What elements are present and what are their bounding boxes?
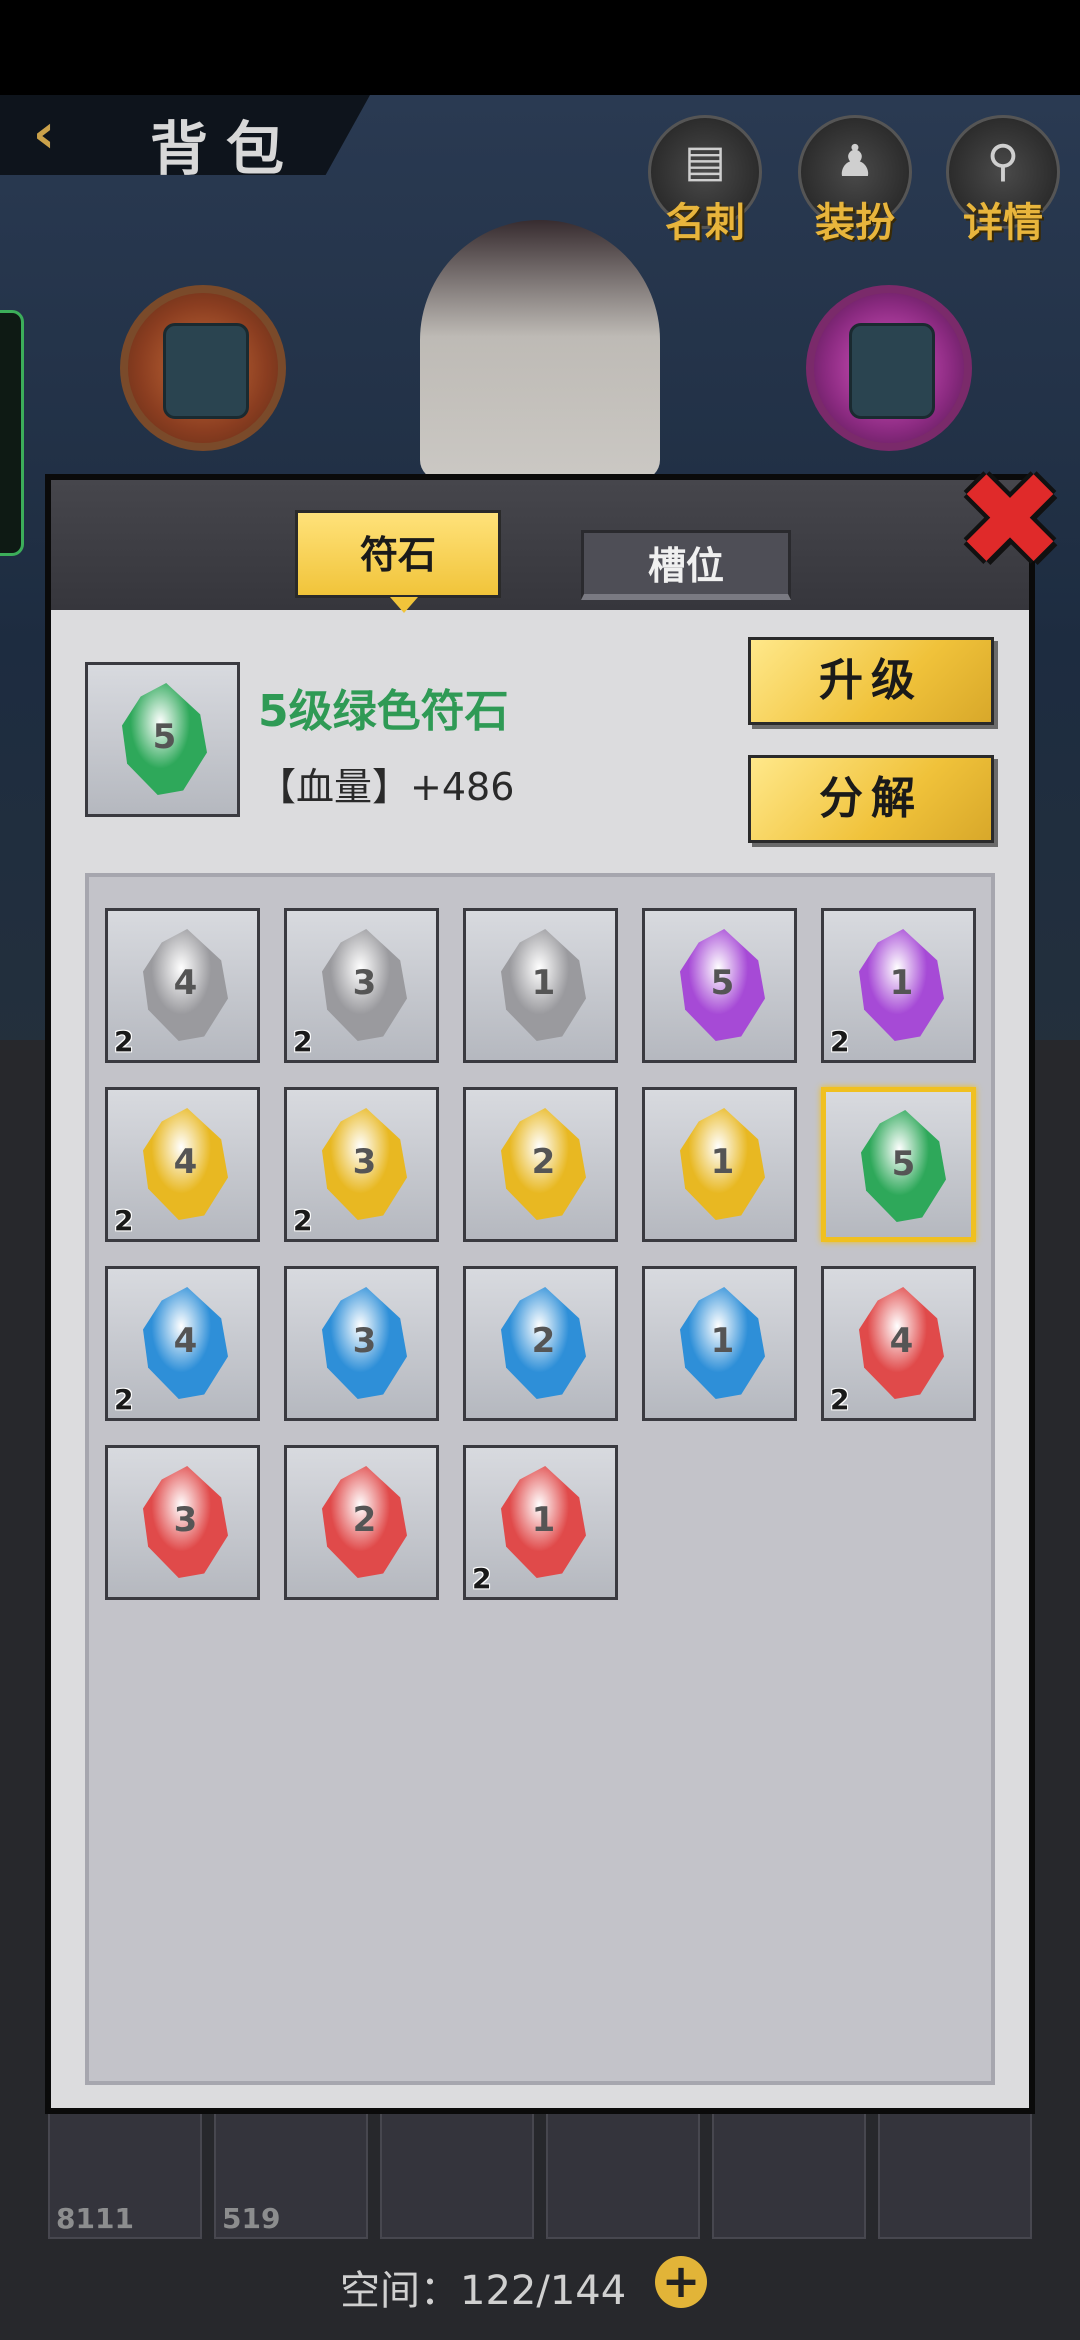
- phone-icon: [163, 323, 249, 419]
- rune-slot[interactable]: 5: [821, 1087, 976, 1242]
- inventory-item[interactable]: 8111: [48, 2110, 202, 2239]
- rune-gem-icon: 4: [143, 929, 228, 1041]
- rune-level: 1: [710, 1321, 735, 1361]
- costume-button[interactable]: ♟ 装扮: [795, 115, 915, 246]
- rune-slot[interactable]: 12: [463, 1445, 618, 1600]
- rune-slot[interactable]: 12: [821, 908, 976, 1063]
- rune-slot[interactable]: 42: [105, 1087, 260, 1242]
- rune-gem-icon: 1: [501, 1466, 586, 1578]
- rune-gem-icon: 2: [322, 1466, 407, 1578]
- character-figure: [420, 220, 660, 480]
- selected-rune-stat: 【血量】+486: [258, 765, 515, 809]
- status-bar: [0, 0, 1080, 95]
- rune-gem-icon: 4: [143, 1287, 228, 1399]
- equipment-slot-left[interactable]: [120, 285, 286, 451]
- selected-rune-preview: 5: [85, 662, 240, 817]
- rune-gem-icon: 3: [322, 929, 407, 1041]
- rune-gem-icon: 4: [859, 1287, 944, 1399]
- rune-gem-icon: 5: [861, 1110, 946, 1222]
- dialog-header: 符石 槽位: [51, 480, 1029, 613]
- rune-level: 1: [889, 963, 914, 1003]
- rune-slot[interactable]: 2: [463, 1266, 618, 1421]
- rune-gem-icon: 2: [501, 1287, 586, 1399]
- upgrade-button[interactable]: 升级: [748, 637, 994, 725]
- rune-level: 2: [352, 1500, 377, 1540]
- rune-grid: 42321512423221542321423212: [85, 873, 995, 2085]
- details-label: 详情: [963, 200, 1043, 246]
- rune-gem-icon: 1: [501, 929, 586, 1041]
- selected-rune-name: 5级绿色符石: [258, 686, 509, 737]
- rune-slot[interactable]: 1: [642, 1266, 797, 1421]
- ring-icon: [849, 323, 935, 419]
- card-button[interactable]: ▤ 名刺: [645, 115, 765, 246]
- rune-level: 4: [173, 1142, 198, 1182]
- page-title: 背包: [150, 115, 303, 183]
- rune-count: 2: [114, 1204, 134, 1237]
- bag-capacity: 空间：122/144: [340, 2268, 627, 2314]
- item-count: 519: [222, 2202, 281, 2235]
- inventory-item[interactable]: [546, 2110, 700, 2239]
- rune-gem-icon: 1: [680, 1287, 765, 1399]
- rune-count: 2: [830, 1025, 850, 1058]
- rune-slot[interactable]: 5: [642, 908, 797, 1063]
- rune-slot[interactable]: 3: [105, 1445, 260, 1600]
- rune-level: 4: [173, 963, 198, 1003]
- inventory-item[interactable]: [380, 2110, 534, 2239]
- rune-level: 2: [531, 1142, 556, 1182]
- side-tab[interactable]: [0, 310, 24, 556]
- rune-count: 2: [472, 1562, 492, 1595]
- costume-label: 装扮: [815, 200, 895, 246]
- equipment-slot-right[interactable]: [806, 285, 972, 451]
- rune-gem-icon: 5: [122, 683, 207, 795]
- rune-slot[interactable]: 42: [105, 1266, 260, 1421]
- rune-level: 1: [531, 1500, 556, 1540]
- rune-gem-icon: 4: [143, 1108, 228, 1220]
- add-capacity-button[interactable]: +: [655, 2256, 707, 2308]
- rune-level: 3: [173, 1500, 198, 1540]
- rune-gem-icon: 3: [322, 1108, 407, 1220]
- tab-slots[interactable]: 槽位: [581, 530, 791, 600]
- rune-slot[interactable]: 2: [284, 1445, 439, 1600]
- rune-gem-icon: 5: [680, 929, 765, 1041]
- inventory-item[interactable]: [878, 2110, 1032, 2239]
- rune-slot[interactable]: 3: [284, 1266, 439, 1421]
- rune-slot[interactable]: 1: [642, 1087, 797, 1242]
- rune-level: 5: [710, 963, 735, 1003]
- tab-runes[interactable]: 符石: [295, 510, 501, 613]
- item-count: 8111: [56, 2202, 134, 2235]
- rune-level: 4: [173, 1321, 198, 1361]
- rune-slot[interactable]: 2: [463, 1087, 618, 1242]
- rune-gem-icon: 1: [859, 929, 944, 1041]
- rune-level: 1: [531, 963, 556, 1003]
- inventory-item[interactable]: [712, 2110, 866, 2239]
- rune-slot[interactable]: 42: [821, 1266, 976, 1421]
- card-label: 名刺: [665, 200, 745, 246]
- rune-level: 3: [352, 1321, 377, 1361]
- rune-level: 3: [352, 963, 377, 1003]
- rune-count: 2: [293, 1025, 313, 1058]
- inventory-item[interactable]: 519: [214, 2110, 368, 2239]
- rune-count: 2: [114, 1025, 134, 1058]
- details-button[interactable]: ⚲ 详情: [943, 115, 1063, 246]
- rune-gem-icon: 3: [322, 1287, 407, 1399]
- close-icon[interactable]: ✖: [955, 455, 1065, 585]
- rune-level: 5: [891, 1144, 916, 1184]
- rune-count: 2: [293, 1204, 313, 1237]
- rune-slot[interactable]: 32: [284, 908, 439, 1063]
- rune-slot[interactable]: 32: [284, 1087, 439, 1242]
- rune-level: 1: [710, 1142, 735, 1182]
- rune-slot[interactable]: 42: [105, 908, 260, 1063]
- rune-level: 2: [531, 1321, 556, 1361]
- rune-level: 4: [889, 1321, 914, 1361]
- decompose-button[interactable]: 分解: [748, 755, 994, 843]
- back-chevron-icon[interactable]: ‹: [14, 104, 74, 164]
- rune-gem-icon: 3: [143, 1466, 228, 1578]
- rune-slot[interactable]: 1: [463, 908, 618, 1063]
- rune-gem-icon: 2: [501, 1108, 586, 1220]
- rune-level: 5: [152, 717, 177, 757]
- rune-count: 2: [114, 1383, 134, 1416]
- rune-gem-icon: 1: [680, 1108, 765, 1220]
- rune-level: 3: [352, 1142, 377, 1182]
- rune-count: 2: [830, 1383, 850, 1416]
